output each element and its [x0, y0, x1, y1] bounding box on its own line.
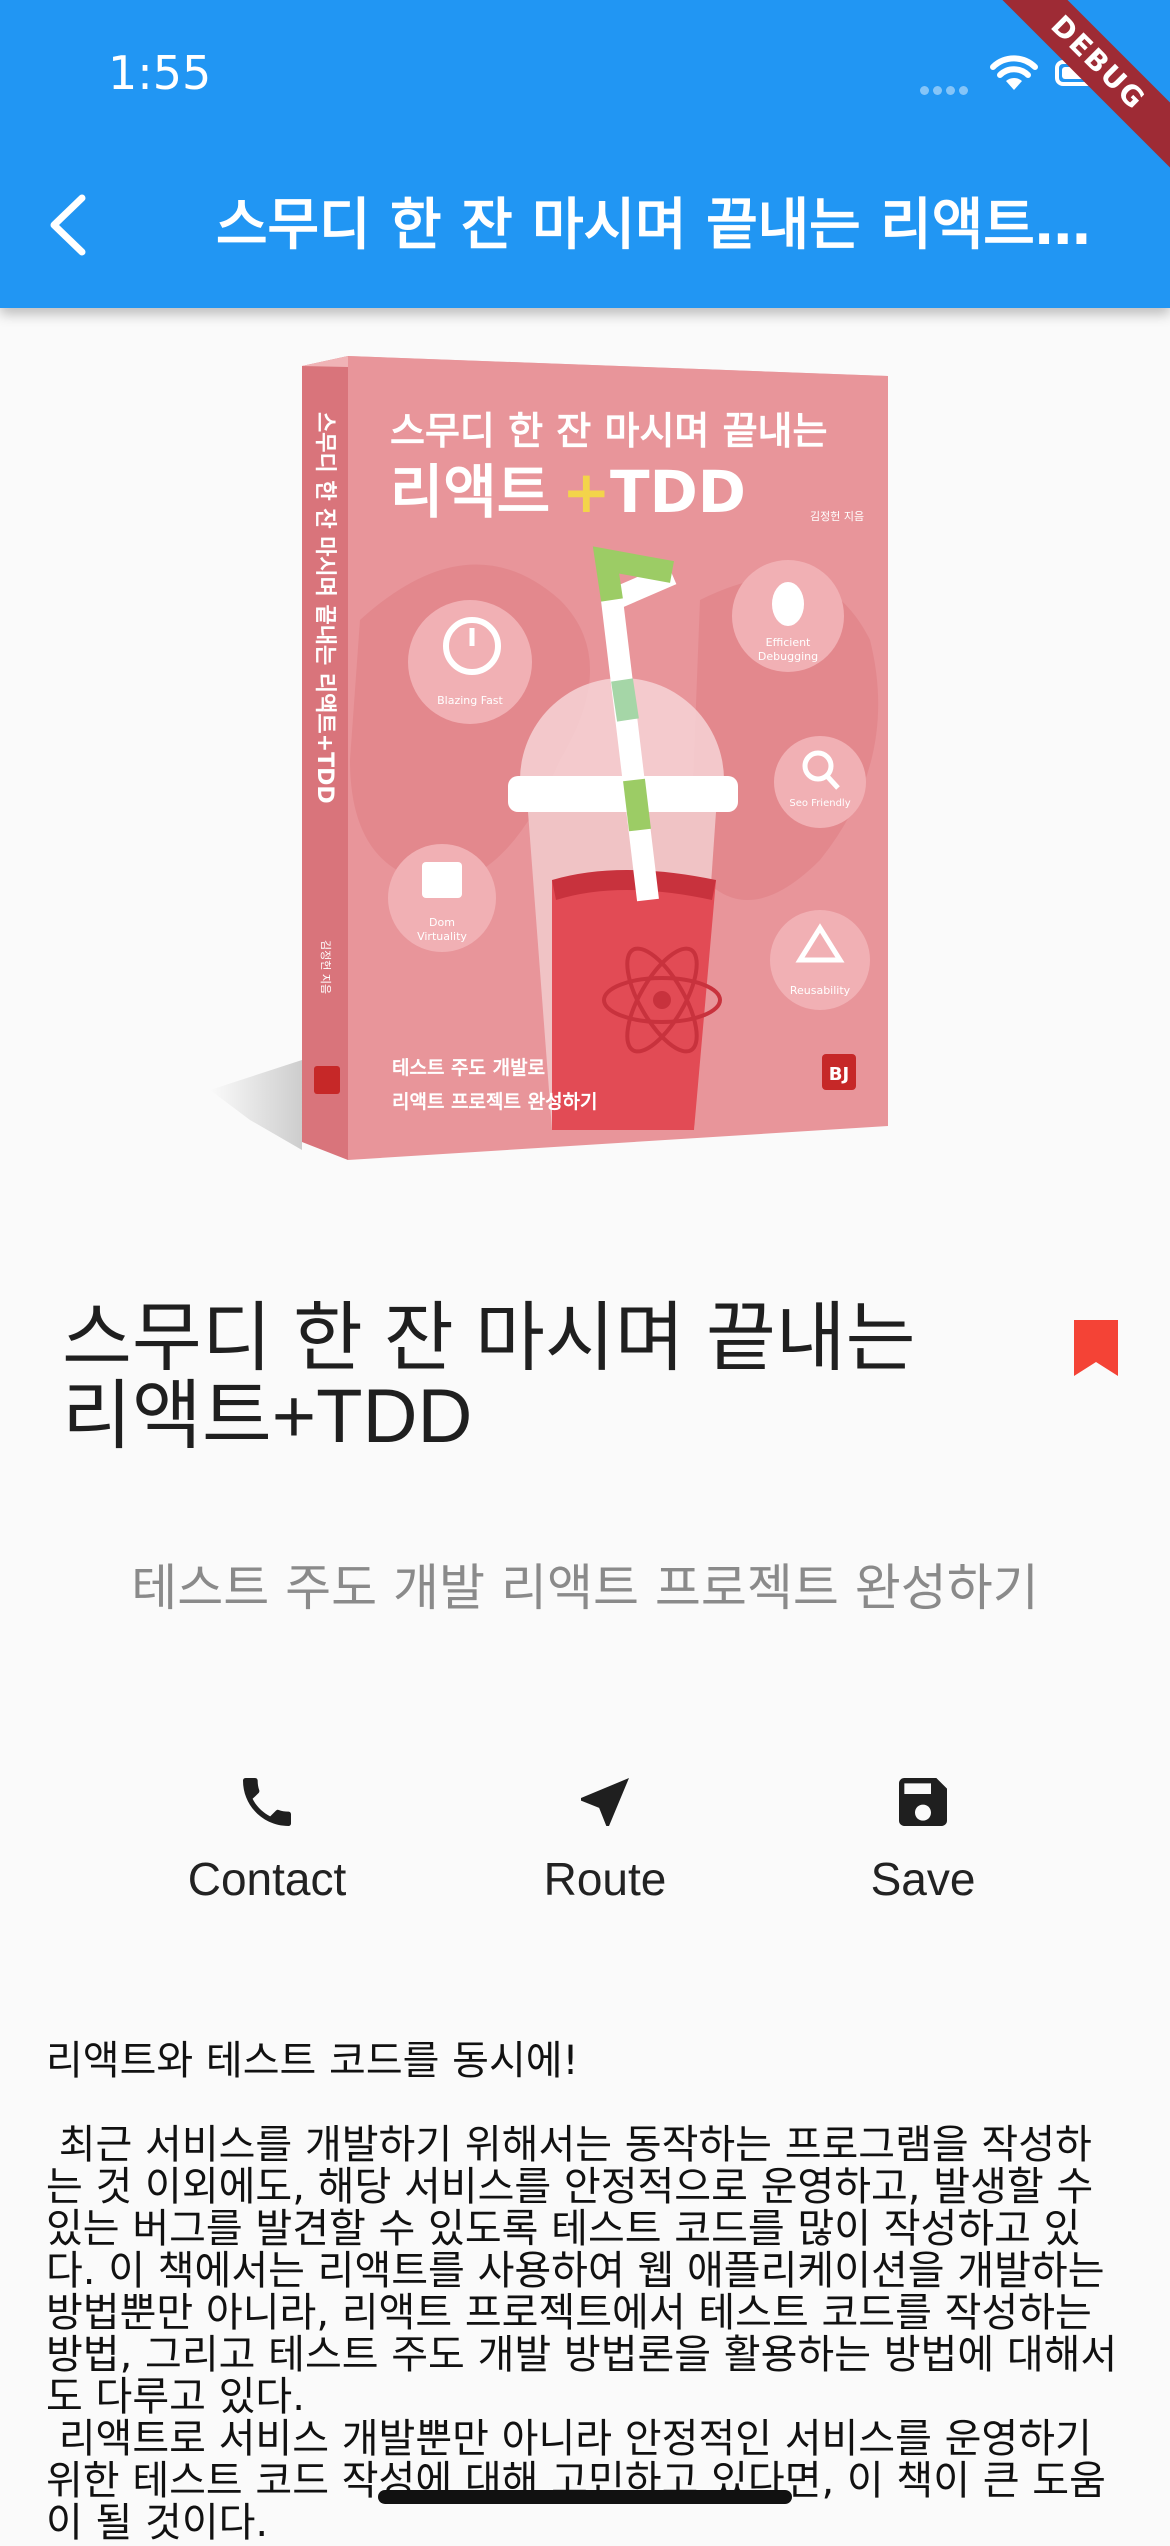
save-icon	[899, 1778, 947, 1826]
badge-reusability: Reusability	[770, 910, 870, 1010]
cover-title-line2-a: 리액트	[390, 458, 550, 526]
svg-text:Debugging: Debugging	[758, 650, 818, 663]
cover-title-line1: 스무디 한 잔 마시며 끝내는	[390, 409, 827, 453]
book-cover-image: 스무디 한 잔 마시며 끝내는 리액트 + TDD 김정헌 지음 스무디 한 잔…	[210, 356, 888, 1160]
cover-author: 김정헌 지음	[810, 510, 864, 523]
save-label: Save	[870, 1853, 976, 1905]
svg-text:Reusability: Reusability	[790, 984, 851, 997]
badge-efficient-debugging: Efficient Debugging	[732, 560, 844, 672]
badge-seo-friendly: Seo Friendly	[774, 736, 866, 828]
svg-text:Virtuality: Virtuality	[417, 930, 467, 943]
save-button[interactable]: Save	[793, 1770, 1053, 1906]
badge-blazing-fast: Blazing Fast	[408, 600, 532, 724]
svg-text:BJ: BJ	[829, 1064, 849, 1085]
contact-button[interactable]: Contact	[137, 1770, 397, 1906]
svg-text:Blazing Fast: Blazing Fast	[437, 694, 503, 707]
svg-text:Dom: Dom	[429, 916, 455, 929]
cover-shadow	[210, 1060, 302, 1150]
action-row: Contact Route Save	[0, 1770, 1170, 1940]
cover-plus: +	[562, 458, 611, 526]
wifi-icon	[990, 55, 1038, 90]
cover-bottom-line1: 테스트 주도 개발로	[392, 1057, 545, 1079]
spine-author: 김정헌 지음	[319, 940, 332, 994]
phone-icon	[243, 1778, 291, 1826]
badge-dom-virtuality: Dom Virtuality	[388, 844, 496, 952]
book-description: 리액트와 테스트 코드를 동시에! 최근 서비스를 개발하기 위해서는 동작하는…	[46, 2038, 1118, 2546]
contact-label: Contact	[187, 1853, 347, 1905]
svg-text:Seo Friendly: Seo Friendly	[789, 798, 850, 809]
cellular-signal-icon	[920, 80, 972, 99]
bookmark-icon[interactable]	[1074, 1320, 1118, 1376]
home-indicator[interactable]	[378, 2490, 792, 2504]
route-button[interactable]: Route	[475, 1770, 735, 1906]
book-title: 스무디 한 잔 마시며 끝내는 리액트+TDD	[62, 1296, 916, 1459]
app-bar-title: 스무디 한 잔 마시며 끝내는 리액트+TDD	[216, 193, 1116, 258]
spine-publisher-logo	[314, 1066, 340, 1094]
route-label: Route	[543, 1853, 667, 1905]
svg-text:Efficient: Efficient	[766, 636, 811, 649]
book-subtitle: 테스트 주도 개발 리액트 프로젝트 완성하기	[131, 1559, 1039, 1617]
spine-title: 스무디 한 잔 마시며 끝내는 리액트+TDD	[312, 412, 337, 804]
app-bar: 1:55 DEBUG 스무디 한 잔 마시며 끝내는 리액트+TDD	[0, 0, 1170, 308]
navigation-icon	[581, 1778, 629, 1826]
cover-title-line2-b: TDD	[610, 458, 746, 526]
cover-bottom-line2: 리액트 프로젝트 완성하기	[392, 1091, 598, 1113]
back-button[interactable]	[40, 190, 100, 260]
status-time: 1:55	[108, 46, 212, 100]
